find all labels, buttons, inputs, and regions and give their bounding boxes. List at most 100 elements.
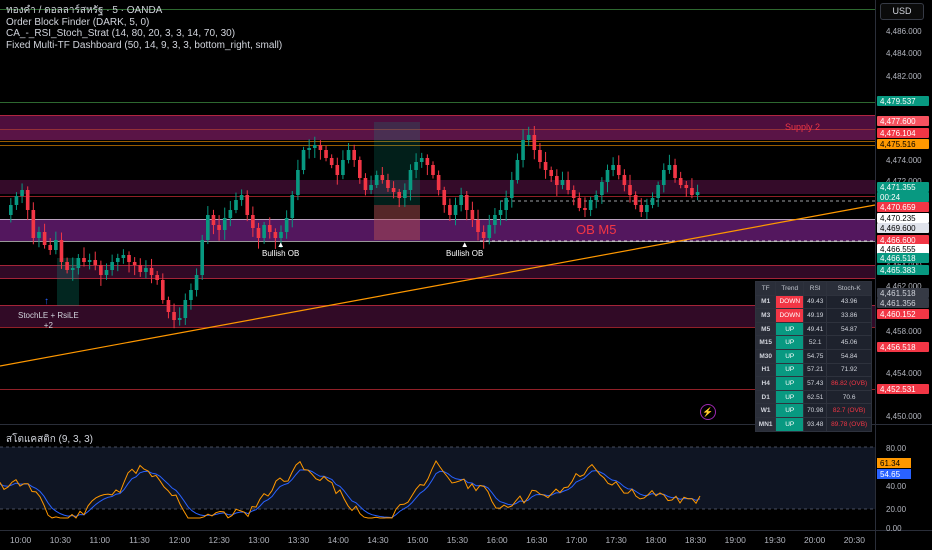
dashboard-row: M1 DOWN 49.43 43.96 bbox=[754, 294, 872, 310]
candle-body bbox=[251, 215, 255, 228]
time-tick: 16:00 bbox=[486, 535, 508, 545]
dash-rsi: 49.19 bbox=[803, 308, 828, 323]
dash-trend: DOWN bbox=[775, 308, 805, 323]
price-tag: 4,479.537 bbox=[880, 97, 916, 106]
multi-tf-dashboard: TF Trend RSI Stoch-K M1 DOWN 49.43 43.96 M3 D… bbox=[754, 281, 872, 432]
candle-body bbox=[543, 162, 548, 170]
candle-body bbox=[549, 170, 554, 176]
candle-body bbox=[521, 140, 525, 160]
dash-trend: UP bbox=[775, 335, 805, 350]
candle-body bbox=[391, 188, 396, 192]
candle-body bbox=[487, 225, 492, 238]
candle-body bbox=[76, 258, 81, 268]
dash-trend: UP bbox=[775, 389, 805, 405]
candle-body bbox=[59, 240, 64, 262]
candle-body bbox=[628, 185, 632, 195]
dashboard-row: M5 UP 49.41 54.87 bbox=[754, 321, 872, 337]
dash-rsi: 70.98 bbox=[803, 403, 828, 418]
dash-rsi: 93.48 bbox=[803, 416, 828, 432]
candle-body bbox=[341, 160, 345, 175]
candle-body bbox=[622, 175, 627, 185]
symbol-title[interactable]: ทองคำ / ดอลลาร์สหรัฐ · 5 · OANDA bbox=[6, 5, 282, 17]
dash-rsi: 49.41 bbox=[803, 321, 828, 337]
candle-body bbox=[262, 225, 266, 238]
candle-body bbox=[256, 228, 261, 238]
candle-body bbox=[498, 210, 503, 215]
candle-body bbox=[284, 218, 289, 232]
price-tag: 4,466.555 bbox=[880, 245, 916, 254]
time-tick: 19:30 bbox=[764, 535, 786, 545]
dash-tf: M5 bbox=[754, 321, 777, 337]
arrow-up-icon: ↑ bbox=[44, 296, 49, 307]
candle-body bbox=[65, 262, 69, 270]
ob-m5-label: OB M5 bbox=[576, 222, 617, 237]
candle-body bbox=[661, 170, 666, 185]
candle-body bbox=[538, 150, 542, 162]
candle-body bbox=[211, 215, 216, 225]
chart-canvas[interactable]: 4,486.000 4,484.000 4,482.000 4,474.000 4,47… bbox=[0, 0, 932, 550]
candle-body bbox=[369, 185, 373, 190]
dashboard-row: M3 DOWN 49.19 33.86 bbox=[754, 308, 872, 323]
candle-body bbox=[138, 265, 143, 272]
order-block-zone bbox=[0, 305, 875, 327]
currency-button[interactable]: USD bbox=[880, 3, 924, 20]
chart-legend: ทองคำ / ดอลลาร์สหรัฐ · 5 · OANDA Order B… bbox=[6, 5, 282, 51]
candle-body bbox=[93, 260, 98, 265]
dash-rsi: 57.21 bbox=[803, 362, 828, 378]
stoch-k-tag: 61.34 bbox=[880, 459, 901, 468]
dash-stoch: 89.78 (OVB) bbox=[826, 416, 872, 432]
candle-body bbox=[481, 232, 486, 238]
candle-body bbox=[160, 280, 165, 300]
candle-body bbox=[324, 150, 328, 158]
price-tick: 4,474.000 bbox=[886, 156, 922, 165]
price-tag: 4,465.383 bbox=[880, 266, 916, 275]
price-tick: 4,454.000 bbox=[886, 369, 922, 378]
indicator-rsi-stoch[interactable]: CA_-_RSI_Stoch_Strat (14, 80, 20, 3, 3, … bbox=[6, 28, 282, 40]
candle-body bbox=[678, 178, 683, 185]
dash-stoch: 45.06 bbox=[826, 335, 872, 350]
stoch-tick: 0.00 bbox=[886, 524, 902, 533]
dash-stoch: 82.7 (OVB) bbox=[826, 403, 872, 418]
supply-zone-label: Supply 2 bbox=[785, 122, 821, 132]
order-block-zone bbox=[0, 115, 875, 129]
candle-body bbox=[380, 175, 385, 180]
candle-body bbox=[425, 158, 430, 165]
time-tick: 14:30 bbox=[367, 535, 389, 545]
candle-body bbox=[9, 205, 13, 215]
price-tag: 4,452.531 bbox=[880, 385, 916, 394]
time-tick: 20:00 bbox=[804, 535, 826, 545]
candle-body bbox=[42, 232, 47, 245]
dashboard-row: MN1 UP 93.48 89.78 (OVB) bbox=[754, 416, 872, 432]
candle-body bbox=[189, 290, 193, 300]
lightning-icon[interactable]: ⚡ bbox=[700, 404, 716, 420]
candle-body bbox=[290, 195, 295, 218]
candle-body bbox=[183, 300, 188, 318]
candle-body bbox=[177, 318, 182, 320]
price-tick: 4,482.000 bbox=[886, 72, 922, 81]
indicator-dashboard[interactable]: Fixed Multi-TF Dashboard (50, 14, 9, 3, … bbox=[6, 40, 282, 52]
stochastic-title[interactable]: สโตแคสติก (9, 3, 3) bbox=[6, 432, 93, 447]
dash-trend: UP bbox=[775, 376, 805, 391]
stoch-d-tag: 54.65 bbox=[880, 470, 901, 479]
triangle-up-icon: ▲ bbox=[276, 240, 285, 249]
candle-body bbox=[87, 260, 92, 262]
candle-body bbox=[37, 232, 41, 238]
dash-tf: MN1 bbox=[754, 416, 777, 432]
candle-body bbox=[267, 225, 272, 232]
time-tick: 18:30 bbox=[685, 535, 707, 545]
candle-body bbox=[363, 178, 368, 190]
candle-body bbox=[436, 175, 441, 190]
candle-body bbox=[374, 175, 379, 185]
indicator-order-block[interactable]: Order Block Finder (DARK, 5, 0) bbox=[6, 17, 282, 29]
price-tag: 4,477.600 bbox=[880, 117, 916, 126]
dashboard-row: W1 UP 70.98 82.7 (OVB) bbox=[754, 403, 872, 418]
candle-body bbox=[509, 180, 514, 198]
stoch-tick: 40.00 bbox=[886, 482, 907, 491]
candle-body bbox=[453, 205, 458, 215]
price-tag: 4,470.659 bbox=[880, 203, 916, 212]
time-tick: 12:30 bbox=[209, 535, 231, 545]
dash-header-rsi: RSI bbox=[803, 281, 828, 296]
time-tick: 15:00 bbox=[407, 535, 429, 545]
candle-body bbox=[352, 150, 356, 160]
time-tick: 15:30 bbox=[447, 535, 469, 545]
